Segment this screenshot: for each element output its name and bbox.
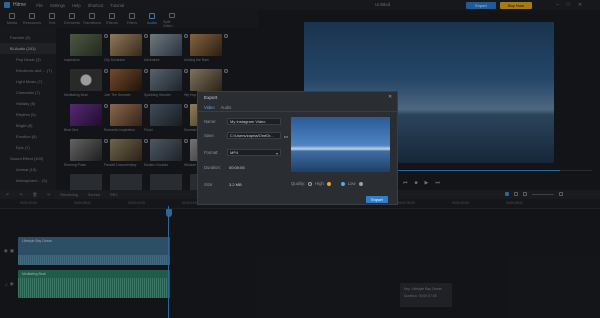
tab-video[interactable]: Video [204, 105, 215, 110]
name-input[interactable]: My Instagram Video [227, 118, 281, 125]
quality-low-radio[interactable] [340, 181, 345, 186]
divider [198, 111, 398, 112]
tab-audio[interactable]: Audio [221, 105, 232, 110]
dialog-tabs: Video Audio [204, 105, 231, 110]
quality-label: Quality: [291, 181, 306, 186]
save-label: Save: [204, 133, 215, 138]
size-row: Size: 3.2 MB [204, 181, 281, 188]
quality-high-radio[interactable] [308, 181, 313, 186]
size-label: Size: [204, 182, 214, 187]
size-value: 3.2 MB [229, 182, 242, 187]
save-row: Save: C:/Users/zapria/OneDr... ▭ [204, 132, 288, 139]
dialog-title: Export [204, 95, 218, 100]
save-path-value: C:/Users/zapria/OneDr... [230, 133, 274, 138]
info-icon [358, 181, 363, 186]
format-label: Format: [204, 150, 219, 155]
quality-row: Quality: High Low [291, 181, 363, 186]
format-row: Format: MP4 ▾ [204, 149, 281, 156]
name-row: Name: My Instagram Video [204, 118, 281, 125]
save-path-input[interactable]: C:/Users/zapria/OneDr... ▭ [227, 132, 288, 139]
format-value: MP4 [230, 150, 239, 155]
folder-icon[interactable]: ▭ [284, 134, 288, 140]
chevron-down-icon: ▾ [275, 150, 278, 156]
duration-value: 00:00:05 [229, 165, 245, 170]
close-icon[interactable]: ✕ [388, 94, 392, 100]
export-preview-thumbnail [291, 117, 390, 172]
dialog-export-button[interactable]: Export [366, 196, 388, 203]
duration-row: Duration: 00:00:05 [204, 164, 281, 171]
quality-low-label: Low [347, 181, 356, 186]
name-label: Name: [204, 119, 217, 124]
premium-crown-icon [326, 181, 331, 186]
format-select[interactable]: MP4 ▾ [227, 149, 281, 156]
export-dialog: Export ✕ Video Audio Name: My Instagram … [197, 91, 398, 205]
quality-high-label: High [315, 181, 324, 186]
duration-label: Duration: [204, 165, 221, 170]
